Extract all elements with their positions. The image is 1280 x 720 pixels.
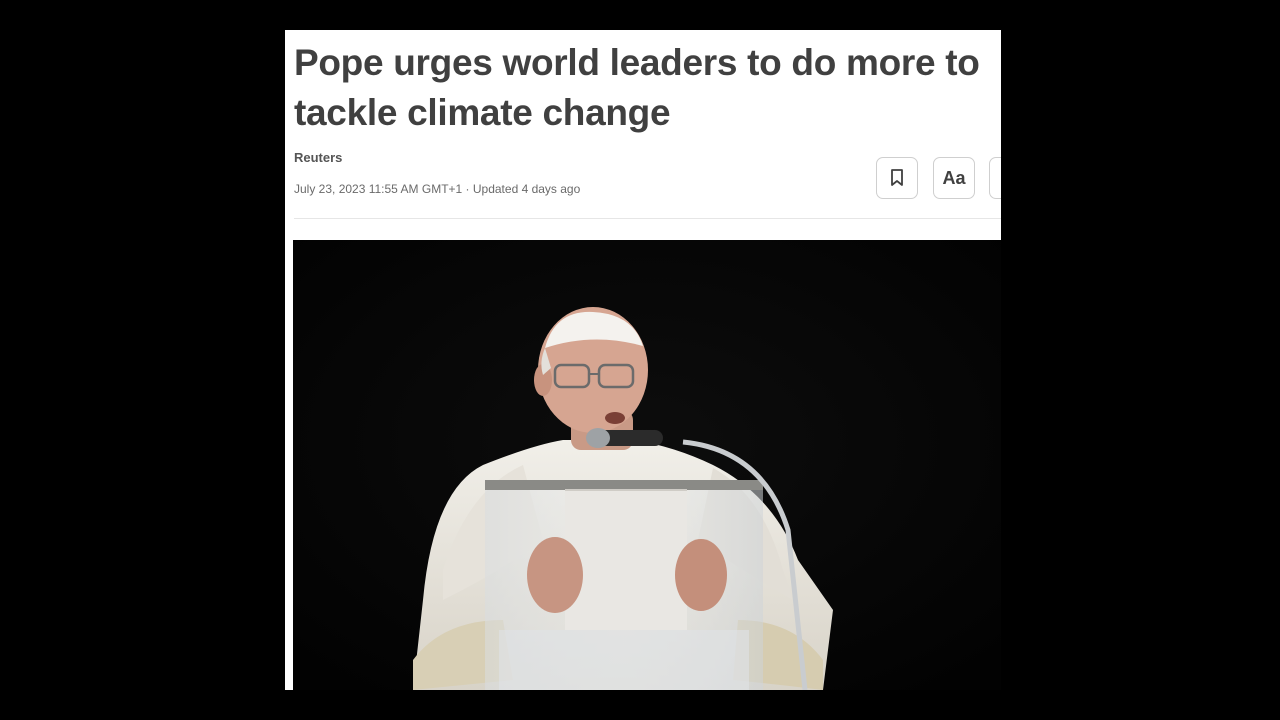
article-headline: Pope urges world leaders to do more to t… bbox=[294, 42, 980, 133]
bookmark-icon bbox=[891, 169, 903, 186]
article-screenshot: Pope urges world leaders to do more to t… bbox=[285, 30, 1001, 690]
article-photo bbox=[293, 240, 1001, 690]
article-dateline: July 23, 2023 11:55 AM GMT+1 · Updated 4… bbox=[294, 182, 581, 196]
article-source[interactable]: Reuters bbox=[294, 150, 342, 165]
bookmark-button[interactable] bbox=[876, 157, 918, 199]
header-divider bbox=[294, 218, 1001, 219]
share-button[interactable] bbox=[989, 157, 1001, 199]
video-frame: Pope urges world leaders to do more to t… bbox=[0, 0, 1280, 720]
text-size-button[interactable]: Aa bbox=[933, 157, 975, 199]
pope-photo-illustration bbox=[293, 240, 1001, 690]
